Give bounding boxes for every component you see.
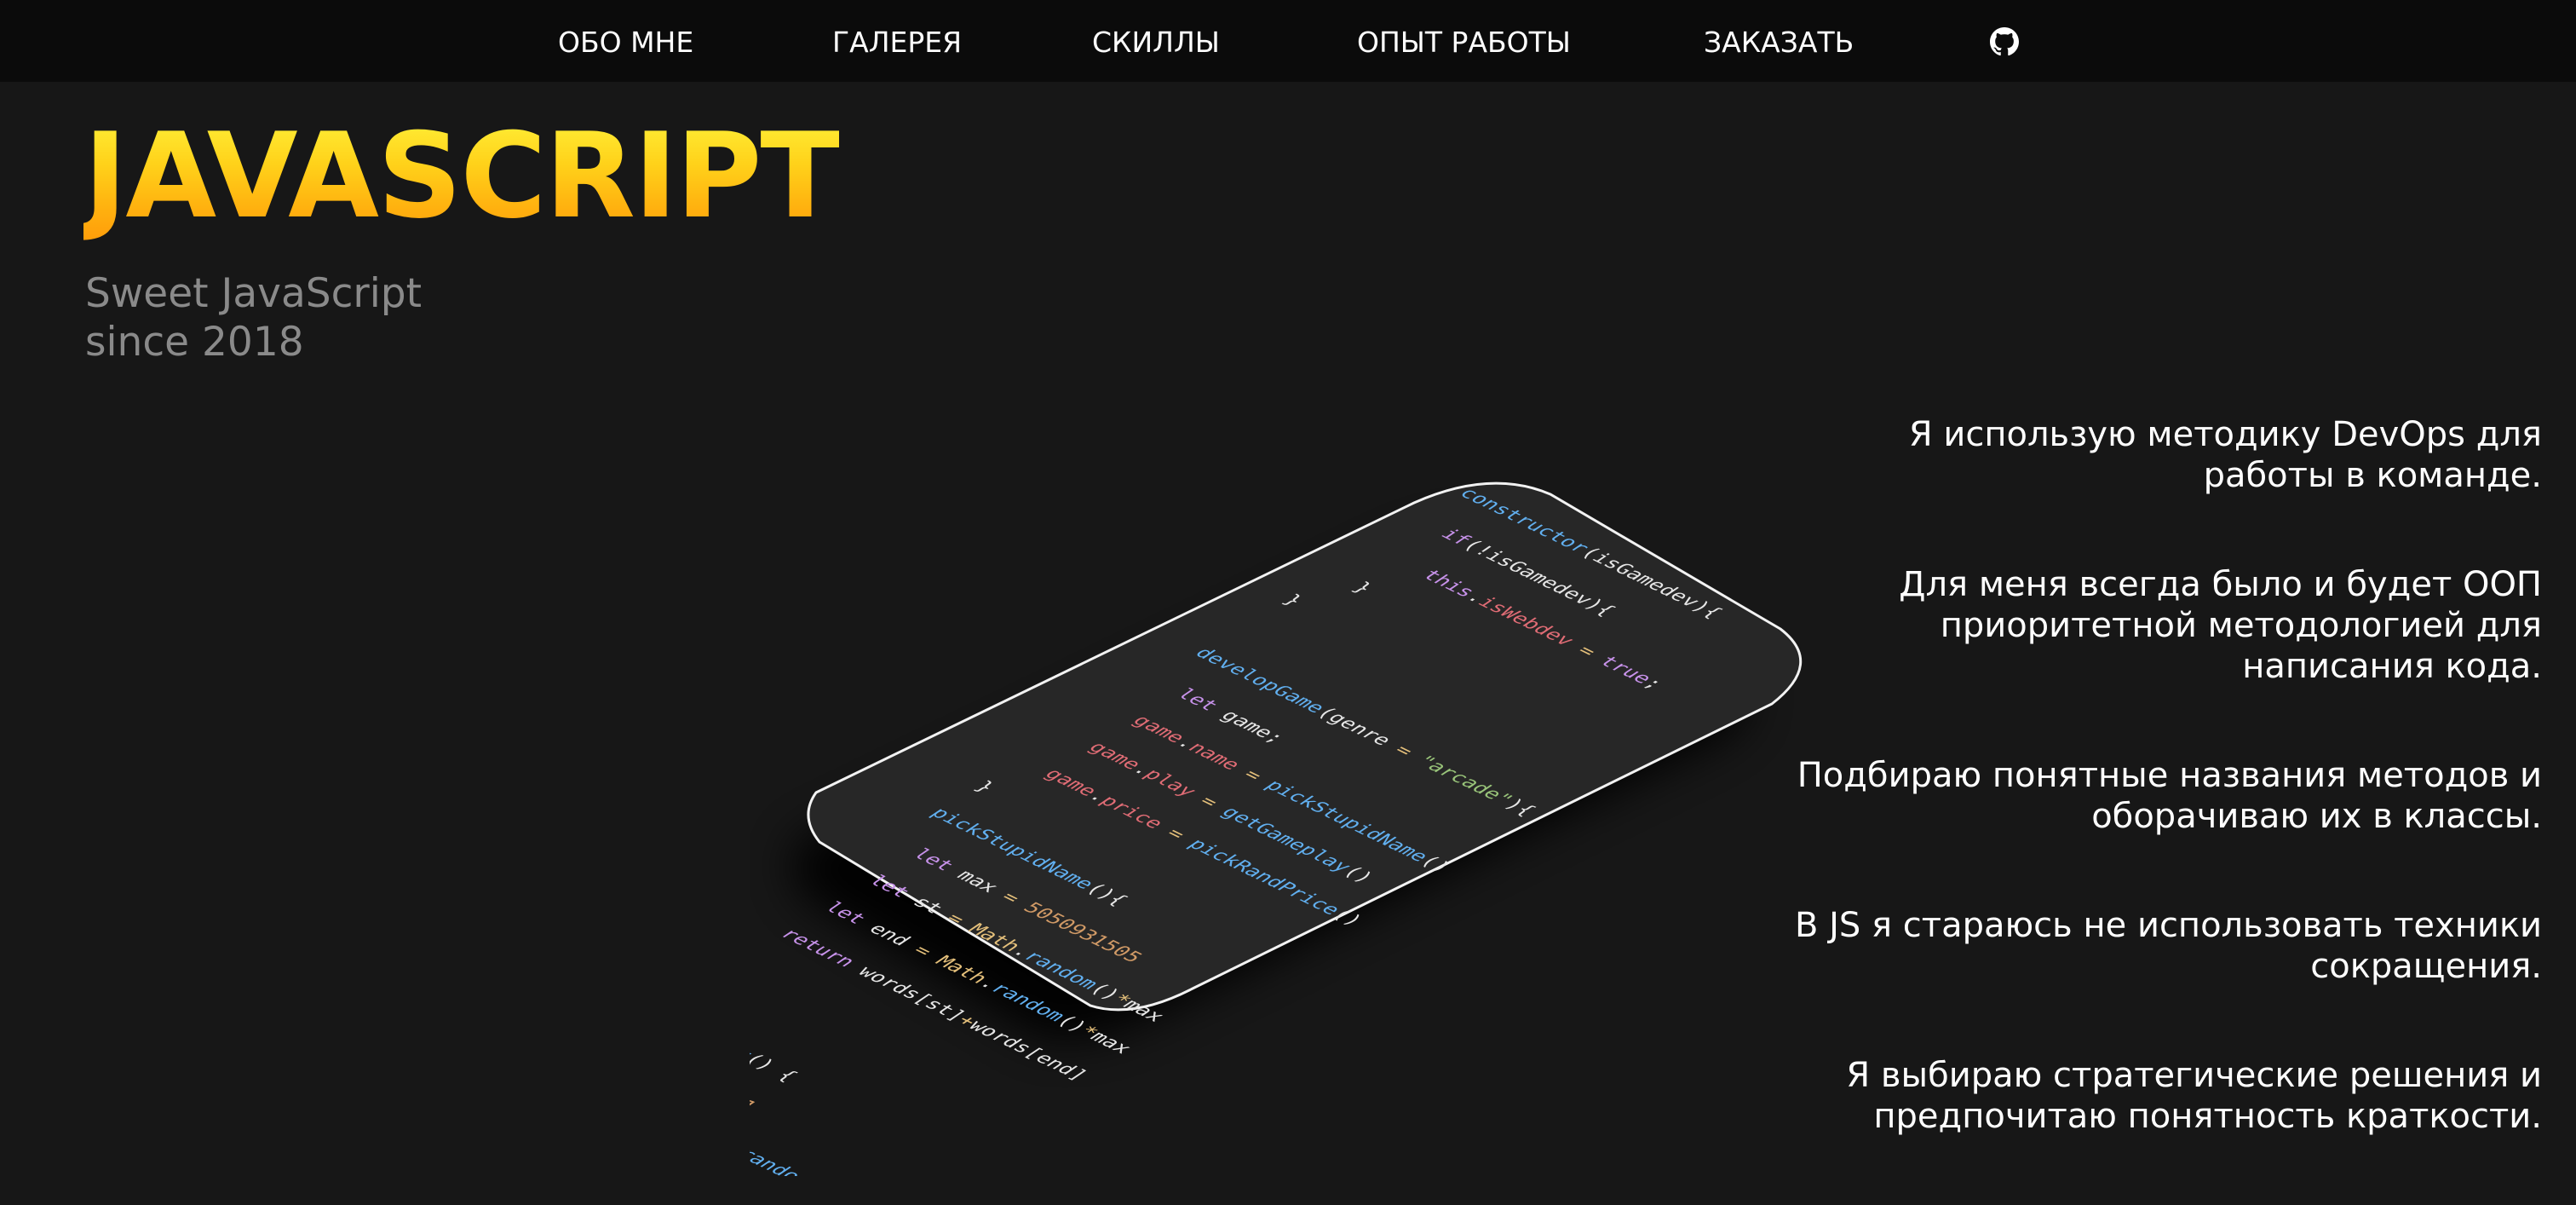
hero-title: JAVASCRIPT — [83, 107, 841, 245]
nav-link-gallery[interactable]: ГАЛЕРЕЯ — [832, 24, 962, 61]
nav-link-experience[interactable]: ОПЫТ РАБОТЫ — [1357, 24, 1571, 61]
hero-tagline: Sweet JavaScript since 2018 — [85, 269, 528, 366]
statement-devops: Я использую методику DevOps для работы в… — [1724, 414, 2542, 496]
code-line: getGameplay() { — [750, 990, 803, 1084]
statement-line: предпочитаю понятность краткости. — [1873, 1097, 2542, 1136]
statement-line: Я выбираю стратегические решения и — [1846, 1056, 2542, 1095]
statement-line: написания кода. — [2242, 647, 2542, 686]
statement-line: В JS я стараюсь не использовать техники — [1794, 906, 2542, 945]
github-icon[interactable] — [1990, 27, 2019, 56]
statement-line: работы в команде. — [2203, 456, 2542, 495]
statement-oop: Для меня всегда было и будет ООП приорит… — [1724, 564, 2542, 687]
statement-naming: Подбираю понятные названия методов и обо… — [1724, 755, 2542, 837]
statement-line: приоритетной методологией для — [1940, 606, 2542, 645]
statement-line: Подбираю понятные названия методов и — [1797, 756, 2542, 795]
statement-line: сокращения. — [2310, 947, 2542, 986]
statement-strategy: Я выбираю стратегические решения и предп… — [1724, 1055, 2542, 1137]
statement-line: Для меня всегда было и будет ООП — [1899, 565, 2542, 604]
tagline-line-2: since 2018 — [85, 319, 304, 366]
code-device-illustration: constructor(isGamedev){if(!isGamedev){th… — [750, 481, 1803, 1176]
nav-link-skills[interactable]: СКИЛЛЫ — [1092, 24, 1220, 61]
statement-line: оборачиваю их в классы. — [2091, 797, 2542, 836]
nav-link-about[interactable]: ОБО МНЕ — [558, 24, 693, 61]
statement-line: Я использую методику DevOps для — [1908, 415, 2542, 454]
tagline-line-1: Sweet JavaScript — [85, 270, 423, 317]
statements-list: Я использую методику DevOps для работы в… — [1724, 414, 2542, 1137]
nav-link-order[interactable]: ЗАКАЗАТЬ — [1704, 24, 1854, 61]
top-navbar: ОБО МНЕ ГАЛЕРЕЯ СКИЛЛЫ ОПЫТ РАБОТЫ ЗАКАЗ… — [0, 0, 2576, 82]
statement-no-shorthand: В JS я стараюсь не использовать техники … — [1724, 905, 2542, 987]
